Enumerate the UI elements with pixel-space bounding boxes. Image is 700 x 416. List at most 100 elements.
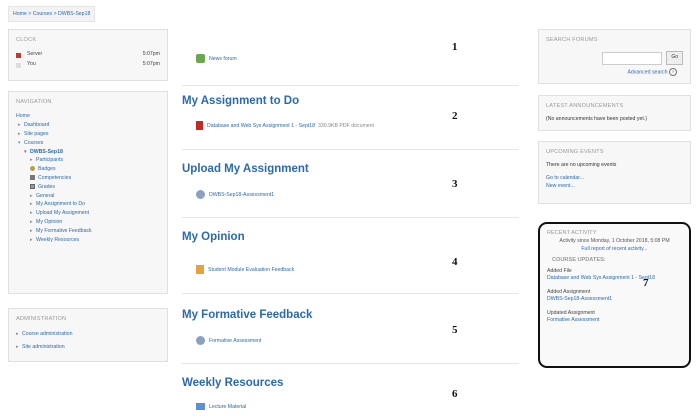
update-label: Added Assignment — [547, 288, 591, 295]
update-link[interactable]: Formative Assessment — [547, 317, 682, 325]
nav-item-competencies[interactable]: Competencies — [16, 175, 160, 184]
nav-item-grades[interactable]: Grades — [16, 184, 160, 193]
forum-icon — [196, 54, 205, 63]
clock-title: CLOCK — [16, 37, 37, 43]
annotation-number: 4 — [452, 256, 458, 268]
annotation-number: 1 — [452, 41, 458, 53]
nav-item-upload-assignment[interactable]: ▸ Upload My Assignment — [16, 210, 160, 219]
course-section-my-opinion: My Opinion Student Module Evaluation Fee… — [182, 230, 519, 294]
help-icon[interactable]: ? — [669, 67, 677, 76]
nav-item-course-administration[interactable]: ▸ Course administration — [16, 331, 160, 344]
nav-item-weekly-resources[interactable]: ▸ Weekly Resources — [16, 237, 160, 246]
administration-title: ADMINISTRATION — [16, 316, 67, 322]
update-link[interactable]: Database and Web Sys Assignment 1 - Sept… — [547, 275, 682, 283]
nav-item-label: Grades — [38, 183, 56, 190]
latest-announcements-title: LATEST ANNOUNCEMENTS — [546, 103, 624, 109]
breadcrumb-courses[interactable]: Courses — [33, 11, 52, 17]
clock-time: 5:07pm — [142, 61, 160, 68]
server-flag-icon — [16, 52, 21, 58]
clock-time: 5:07pm — [142, 51, 160, 58]
activity-formative-assessment[interactable]: Formative Assessment — [196, 336, 261, 345]
search-forums-title: SEARCH FORUMS — [546, 37, 598, 43]
nav-item-badges[interactable]: Badges — [16, 166, 160, 175]
activity-link[interactable]: Formative Assessment — [209, 338, 261, 344]
go-to-calendar-link[interactable]: Go to calendar... — [546, 175, 683, 183]
nav-item-home[interactable]: Home — [16, 113, 160, 122]
nav-item-label: My Assignment to Do — [36, 201, 86, 208]
breadcrumb-home[interactable]: Home — [13, 11, 27, 17]
announcements-text: (No announcements have been posted yet.) — [546, 116, 647, 123]
activity-assignment-pdf[interactable]: Database and Web Sys Assignment 1 - Sept… — [196, 121, 374, 130]
annotation-number: 7 — [643, 277, 649, 289]
annotation-number: 3 — [452, 178, 458, 190]
activity-since-text: Activity since Monday, 1 October 2018, 5… — [559, 238, 670, 244]
update-label: Updated Assignment — [547, 309, 595, 316]
nav-item-participants[interactable]: ▸ Participants — [16, 157, 160, 166]
nav-item-general[interactable]: ▸ General — [16, 193, 160, 202]
competencies-icon — [30, 175, 35, 181]
activity-link[interactable]: Database and Web Sys Assignment 1 - Sept… — [207, 123, 315, 129]
clock-row-you: You 5:07pm — [16, 60, 160, 70]
update-link[interactable]: DWBS-Sep18-Assessment1 — [547, 296, 682, 304]
nav-item-label: Badges — [38, 166, 56, 173]
advanced-search-link[interactable]: Advanced search — [627, 69, 667, 75]
activity-link[interactable]: Lecture Material — [209, 404, 246, 410]
course-section-my-assignment: My Assignment to Do Database and Web Sys… — [182, 94, 519, 150]
clock-name: You — [27, 61, 36, 68]
activity-link[interactable]: Student Module Evaluation Feedback — [208, 267, 294, 273]
file-meta: 330.9KB PDF document — [318, 122, 374, 129]
clock-name: Server — [27, 51, 43, 58]
section-title: Weekly Resources — [182, 377, 284, 389]
nav-item-formative-feedback[interactable]: ▸ My Formative Feedback — [16, 228, 160, 237]
folder-icon — [196, 403, 205, 410]
nav-item-courses[interactable]: ▾ Courses — [16, 140, 160, 149]
section-title: My Formative Feedback — [182, 309, 313, 321]
breadcrumb: Home > Courses > DWBS-Sep18 — [8, 6, 96, 22]
assignment-icon — [196, 336, 205, 345]
navigation-title: NAVIGATION — [16, 99, 52, 105]
nav-item-label: My Formative Feedback — [36, 227, 92, 234]
nav-item-site-pages[interactable]: ▸ Site pages — [16, 131, 160, 140]
activity-link[interactable]: News forum — [209, 56, 237, 62]
latest-announcements-block: LATEST ANNOUNCEMENTS (No announcements h… — [538, 95, 691, 131]
search-forums-block: SEARCH FORUMS Go Advanced search ? — [538, 29, 691, 84]
breadcrumb-separator: > — [53, 11, 57, 17]
nav-item-label: Home — [16, 113, 30, 120]
nav-item-label: Dashboard — [24, 122, 50, 129]
new-event-link[interactable]: New event... — [546, 183, 683, 191]
activity-lecture-material[interactable]: Lecture Material — [196, 403, 246, 410]
nav-item-my-assignment[interactable]: ▸ My Assignment to Do — [16, 201, 160, 210]
update-label: Added File — [547, 267, 572, 274]
nav-item-label: Weekly Resources — [36, 236, 80, 243]
nav-item-course-dwbs[interactable]: ▾ DWBS-Sep18 — [16, 149, 160, 158]
course-section-weekly-resources: Weekly Resources Lecture Material — [182, 376, 519, 416]
upcoming-events-block: UPCOMING EVENTS There are no upcoming ev… — [538, 141, 691, 204]
annotation-number: 5 — [452, 324, 458, 336]
nav-item-dashboard[interactable]: ▸ Dashboard — [16, 122, 160, 131]
activity-news-forum[interactable]: News forum — [196, 54, 237, 63]
search-forums-input[interactable] — [601, 51, 662, 65]
nav-item-my-opinion[interactable]: ▸ My Opinion — [16, 219, 160, 228]
activity-link[interactable]: DWBS-Sep18-Assessment1 — [209, 192, 274, 198]
course-updates-title: COURSE UPDATES: — [552, 256, 606, 263]
grades-icon — [30, 183, 35, 189]
nav-item-label: Courses — [24, 139, 44, 146]
section-title: My Opinion — [182, 231, 245, 243]
pdf-file-icon — [196, 121, 203, 130]
breadcrumb-course[interactable]: DWBS-Sep18 — [58, 11, 90, 17]
nav-item-label: Competencies — [38, 174, 72, 181]
section-title: Upload My Assignment — [182, 163, 309, 175]
search-go-button[interactable]: Go — [666, 51, 683, 65]
badge-icon — [30, 166, 35, 172]
nav-item-site-administration[interactable]: ▸ Site administration — [16, 344, 160, 353]
clock-row-server: Server 5:07pm — [16, 50, 160, 60]
upcoming-events-text: There are no upcoming events — [546, 162, 617, 169]
activity-feedback[interactable]: Student Module Evaluation Feedback — [196, 265, 294, 274]
navigation-block: NAVIGATION Home ▸ Dashboard ▸ Site pages ▾… — [8, 91, 168, 294]
activity-assessment-upload[interactable]: DWBS-Sep18-Assessment1 — [196, 190, 274, 199]
course-section-general: News forum — [182, 30, 519, 86]
assignment-icon — [196, 190, 205, 199]
nav-item-label: Site administration — [22, 344, 65, 351]
feedback-icon — [196, 265, 204, 274]
breadcrumb-separator: > — [28, 11, 32, 17]
